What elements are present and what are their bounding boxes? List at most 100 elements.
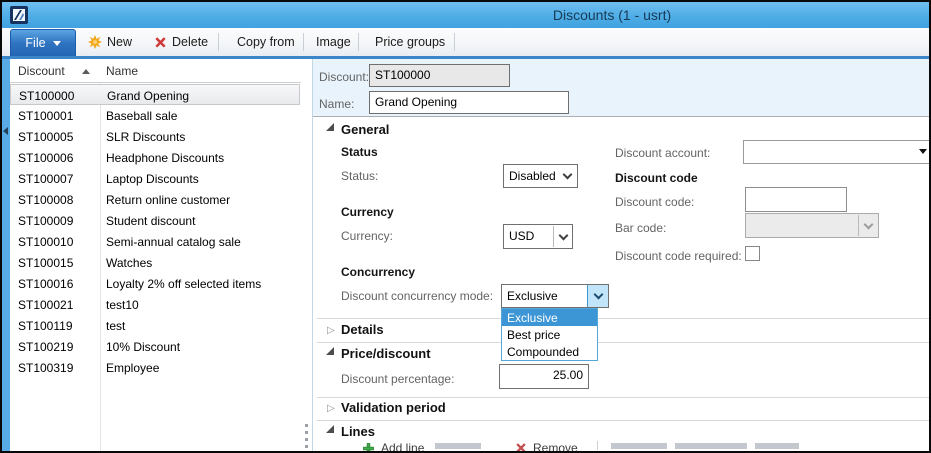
bar-code-combobox (745, 213, 879, 238)
copy-from-button[interactable]: Copy from (237, 28, 295, 56)
remove-button[interactable]: Remove (533, 441, 578, 451)
toolbar-separator (303, 33, 304, 51)
currency-label: Currency: (341, 229, 393, 243)
price-groups-label: Price groups (375, 35, 445, 49)
lines-grid-toolbar: Add line Remove (349, 440, 929, 451)
window-title: Discounts (1 - usrt) (553, 7, 671, 23)
toolbar-separator (597, 441, 598, 450)
group-currency: Currency (341, 205, 394, 219)
list-row[interactable]: ST100008Return online customer (10, 189, 300, 210)
list-row[interactable]: ST100010Semi-annual catalog sale (10, 231, 300, 252)
red-x-icon (515, 441, 527, 451)
section-separator (317, 342, 929, 343)
list-row[interactable]: ST100006Headphone Discounts (10, 147, 300, 168)
discount-percentage-label: Discount percentage: (341, 372, 454, 386)
price-groups-button[interactable]: Price groups (375, 28, 445, 56)
currency-combobox[interactable]: USD (503, 224, 573, 249)
name-field-label: Name: (319, 97, 354, 111)
list-header: Discount Name (10, 59, 301, 83)
clipped-text (675, 443, 747, 449)
column-header-discount[interactable]: Discount (18, 64, 65, 78)
toolbar-separator (218, 33, 219, 51)
discount-code-required-checkbox[interactable] (745, 246, 760, 261)
red-x-icon (154, 36, 167, 49)
discount-code-field[interactable] (745, 187, 847, 212)
combo-open-button[interactable] (587, 285, 608, 307)
copy-from-label: Copy from (237, 35, 295, 49)
group-status: Status (341, 145, 378, 159)
concurrency-combobox[interactable]: Exclusive (501, 284, 609, 308)
section-collapsed-icon: ▷ (327, 404, 335, 414)
frame-collapse-arrow-icon[interactable] (3, 127, 8, 135)
file-menu-button[interactable]: File (10, 29, 76, 56)
list-row[interactable]: ST100015Watches (10, 252, 300, 273)
filled-triangle-down-icon (919, 149, 927, 154)
new-label: New (107, 35, 132, 49)
dropdown-option[interactable]: Compounded (502, 343, 597, 360)
list-row[interactable]: ST100119test (10, 315, 300, 336)
window-frame-strip (2, 59, 10, 451)
chevron-down-icon (594, 290, 604, 300)
image-label: Image (316, 35, 351, 49)
section-collapsed-icon: ▷ (327, 326, 335, 336)
list-row[interactable]: ST100319Employee (10, 357, 300, 378)
chevron-down-icon (563, 170, 573, 180)
concurrency-label: Discount concurrency mode: (341, 289, 493, 303)
file-menu-label: File (25, 36, 45, 50)
clipped-text (611, 443, 667, 449)
delete-label: Delete (172, 35, 208, 49)
dropdown-option[interactable]: Best price (502, 326, 597, 343)
sort-ascending-icon (82, 69, 90, 74)
delete-button[interactable]: Delete (154, 28, 208, 56)
discount-code-required-label: Discount code required: (615, 249, 742, 263)
list-row[interactable]: ST10021910% Discount (10, 336, 300, 357)
list-row[interactable]: ST100007Laptop Discounts (10, 168, 300, 189)
app-icon (10, 6, 28, 24)
section-details[interactable]: Details (341, 322, 384, 337)
group-concurrency: Concurrency (341, 265, 415, 279)
name-field[interactable]: Grand Opening (369, 91, 569, 114)
column-header-name[interactable]: Name (106, 64, 138, 78)
list-row[interactable]: ST100021test10 (10, 294, 300, 315)
chevron-down-icon (53, 41, 61, 46)
toolbar: File New Delete Copy from Image Price gr… (2, 28, 929, 56)
new-button[interactable]: New (88, 28, 132, 56)
section-lines[interactable]: Lines (341, 424, 375, 439)
green-plus-icon (363, 441, 374, 451)
discounts-window: Discounts (1 - usrt) File New Delete Cop… (0, 0, 931, 453)
list-row[interactable]: ST100009Student discount (10, 210, 300, 231)
discount-code-label: Discount code: (615, 195, 694, 209)
list-row[interactable]: ST100005SLR Discounts (10, 126, 300, 147)
section-expanded-icon (326, 347, 334, 355)
section-separator (317, 318, 929, 319)
list-row[interactable]: ST100001Baseball sale (10, 105, 300, 126)
section-general[interactable]: General (341, 122, 389, 137)
splitter-grip[interactable] (305, 424, 308, 451)
section-price-discount[interactable]: Price/discount (341, 346, 431, 361)
section-validation-period[interactable]: Validation period (341, 400, 446, 415)
section-separator (317, 397, 929, 398)
group-discount-code: Discount code (615, 171, 698, 185)
section-expanded-icon (326, 425, 334, 433)
status-label: Status: (341, 169, 378, 183)
status-combobox[interactable]: Disabled (503, 164, 578, 188)
clipped-text (435, 443, 481, 449)
toolbar-separator (454, 33, 455, 51)
discount-account-combobox[interactable] (743, 140, 931, 164)
title-bar: Discounts (1 - usrt) (2, 2, 929, 28)
chevron-down-icon (559, 231, 569, 241)
discount-field[interactable]: ST100000 (369, 64, 510, 87)
toolbar-separator (358, 33, 359, 51)
clipped-text (755, 443, 799, 449)
section-expanded-icon (326, 123, 334, 131)
discount-list: Discount Name ST100000Grand Opening ST10… (10, 59, 301, 451)
image-button[interactable]: Image (316, 28, 351, 56)
discount-percentage-field[interactable]: 25.00 (499, 364, 589, 389)
list-row-selected[interactable]: ST100000Grand Opening (10, 84, 300, 105)
list-row[interactable]: ST100016Loyalty 2% off selected items (10, 273, 300, 294)
concurrency-dropdown-list: Exclusive Best price Compounded (501, 308, 598, 361)
dropdown-option-selected[interactable]: Exclusive (502, 309, 597, 326)
add-line-button[interactable]: Add line (381, 441, 424, 451)
discount-account-label: Discount account: (615, 146, 710, 160)
chevron-down-icon (864, 220, 874, 230)
